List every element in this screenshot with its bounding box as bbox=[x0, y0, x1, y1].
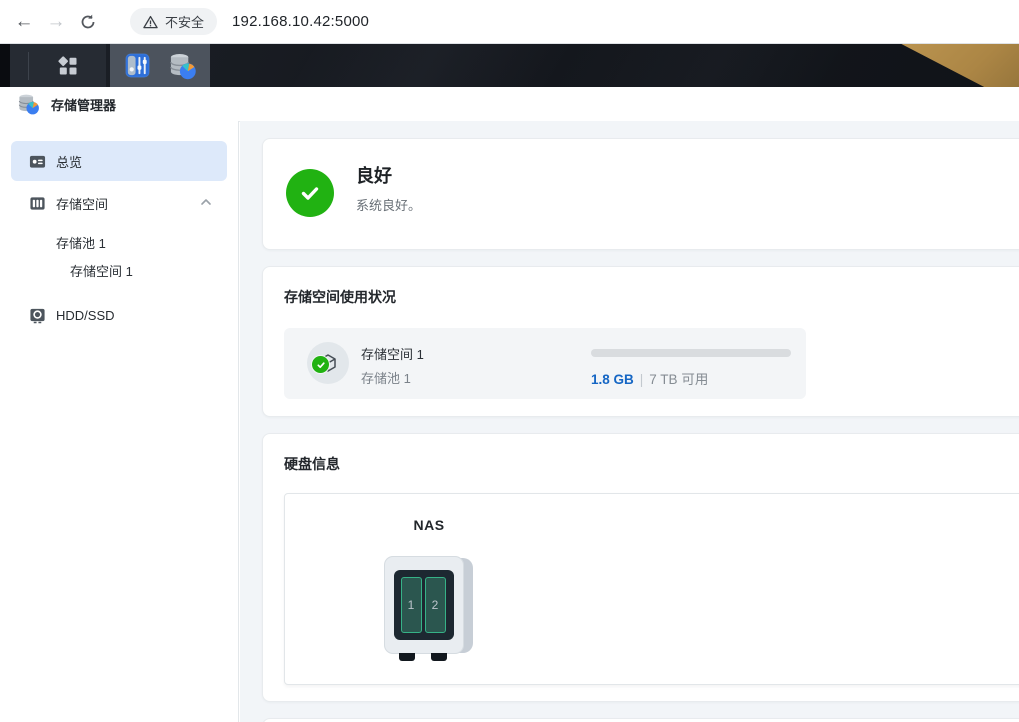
browser-back-button[interactable]: ← bbox=[8, 6, 40, 38]
nas-device[interactable]: NAS 1 2 bbox=[359, 494, 499, 666]
health-status-text: 良好 bbox=[356, 164, 421, 188]
volume-usage-row[interactable]: 存储空间 1 存储池 1 1.8 GB | 7 TB 可用 bbox=[284, 328, 806, 399]
usage-divider: | bbox=[640, 372, 644, 387]
warning-icon bbox=[143, 15, 158, 29]
browser-toolbar: ← → 不安全 192.168.10.42:5000 bbox=[0, 0, 1019, 44]
storage-manager-window: 存储管理器 总览 存储空间 bbox=[0, 87, 1019, 722]
security-chip-label: 不安全 bbox=[165, 12, 204, 31]
overview-pane: 良好 系统良好。 存储空间使用状况 bbox=[240, 121, 1019, 722]
sidebar-item-label: 存储空间 1 bbox=[70, 261, 133, 280]
taskbar bbox=[10, 44, 106, 87]
security-chip[interactable]: 不安全 bbox=[130, 8, 217, 35]
sidebar-item-hdd-ssd[interactable]: HDD/SSD bbox=[11, 295, 227, 335]
nas-device-graphic: 1 2 bbox=[384, 556, 475, 666]
sidebar: 总览 存储空间 存储池 1 存储空间 1 bbox=[0, 121, 239, 722]
volume-usage-card: 存储空间使用状况 存储空间 1 存储池 1 bbox=[262, 266, 1019, 417]
disk-device-panel: NAS 1 2 bbox=[284, 493, 1019, 685]
volume-healthy-badge-icon bbox=[311, 355, 330, 374]
sidebar-item-label: 存储空间 bbox=[56, 194, 108, 213]
nas-foot bbox=[431, 653, 447, 661]
sidebar-item-label: HDD/SSD bbox=[56, 308, 115, 323]
drive-bay-1[interactable]: 1 bbox=[401, 577, 422, 633]
storage-manager-app-button[interactable] bbox=[168, 52, 197, 80]
storage-manager-icon bbox=[168, 52, 197, 80]
address-bar-url[interactable]: 192.168.10.42:5000 bbox=[232, 13, 369, 30]
usage-section-title: 存储空间使用状况 bbox=[284, 287, 1019, 307]
disks-section-title: 硬盘信息 bbox=[284, 454, 340, 474]
taskbar-edge bbox=[0, 44, 10, 87]
nas-bay-panel: 1 2 bbox=[394, 570, 454, 640]
nas-device-name: NAS bbox=[359, 517, 499, 533]
volume-pool-name: 存储池 1 bbox=[361, 368, 411, 387]
screen: ← → 不安全 192.168.10.42:5000 bbox=[0, 0, 1019, 722]
drive-bay-2[interactable]: 2 bbox=[425, 577, 446, 633]
volume-usage-text: 1.8 GB | 7 TB 可用 bbox=[591, 368, 708, 388]
hdd-icon bbox=[29, 307, 46, 324]
window-titlebar: 存储管理器 bbox=[0, 87, 1019, 122]
sidebar-item-storage[interactable]: 存储空间 bbox=[11, 183, 227, 223]
sidebar-item-pool1[interactable]: 存储池 1 bbox=[0, 229, 238, 255]
volume-used-value: 1.8 GB bbox=[591, 372, 634, 387]
overview-icon bbox=[29, 153, 46, 170]
volume-name: 存储空间 1 bbox=[361, 344, 424, 363]
desktop-taskbar-strip bbox=[0, 44, 1019, 87]
storage-pool-icon bbox=[29, 195, 46, 212]
volume-usage-bar bbox=[591, 349, 791, 357]
health-description: 系统良好。 bbox=[356, 195, 421, 214]
volume-available-value: 7 TB 可用 bbox=[649, 372, 708, 387]
control-panel-icon bbox=[124, 52, 151, 79]
sidebar-item-label: 总览 bbox=[56, 152, 82, 171]
taskbar-open-apps bbox=[110, 44, 210, 87]
main-menu-button[interactable] bbox=[29, 44, 106, 87]
chevron-up-icon[interactable] bbox=[200, 196, 212, 208]
window-title: 存储管理器 bbox=[51, 95, 116, 114]
storage-manager-title-icon bbox=[17, 93, 40, 115]
reload-icon bbox=[79, 13, 97, 31]
nas-foot bbox=[399, 653, 415, 661]
control-panel-app-button[interactable] bbox=[124, 52, 151, 79]
sidebar-item-overview[interactable]: 总览 bbox=[11, 141, 227, 181]
sidebar-item-label: 存储池 1 bbox=[56, 233, 106, 252]
browser-reload-button[interactable] bbox=[72, 6, 104, 38]
system-health-card: 良好 系统良好。 bbox=[262, 138, 1019, 250]
main-menu-icon bbox=[56, 54, 80, 78]
disk-info-card: 硬盘信息 NAS 1 2 bbox=[262, 433, 1019, 702]
health-ok-icon bbox=[286, 169, 334, 217]
sidebar-item-volume1[interactable]: 存储空间 1 bbox=[0, 257, 238, 283]
browser-forward-button[interactable]: → bbox=[40, 6, 72, 38]
next-card-partial bbox=[262, 718, 1019, 722]
